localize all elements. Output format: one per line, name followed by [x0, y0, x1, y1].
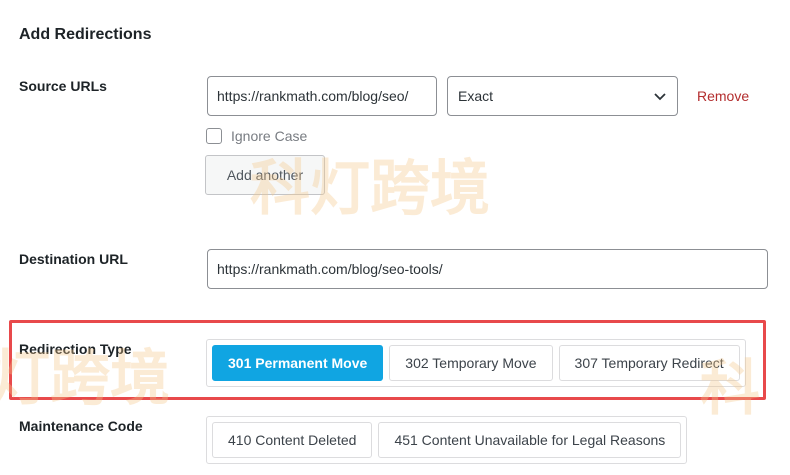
code-410-button[interactable]: 410 Content Deleted — [212, 422, 373, 458]
ignore-case-option[interactable]: Ignore Case — [206, 128, 307, 144]
chevron-down-icon — [654, 93, 666, 101]
type-302-button[interactable]: 302 Temporary Move — [389, 345, 553, 381]
remove-link[interactable]: Remove — [697, 88, 749, 104]
redirection-type-group: 301 Permanent Move 302 Temporary Move 30… — [206, 339, 746, 387]
destination-url-label: Destination URL — [19, 251, 128, 267]
ignore-case-label: Ignore Case — [231, 128, 308, 144]
type-307-button[interactable]: 307 Temporary Redirect — [558, 345, 740, 381]
maintenance-code-group: 410 Content Deleted 451 Content Unavaila… — [206, 416, 688, 464]
redirection-type-label: Redirection Type — [19, 341, 132, 357]
code-451-button[interactable]: 451 Content Unavailable for Legal Reason… — [378, 422, 682, 458]
match-type-select[interactable]: Exact — [447, 76, 678, 116]
ignore-case-checkbox[interactable] — [206, 128, 222, 144]
type-301-button[interactable]: 301 Permanent Move — [212, 345, 384, 381]
source-url-input[interactable] — [207, 76, 437, 116]
add-another-button[interactable]: Add another — [205, 155, 325, 195]
match-type-value: Exact — [458, 88, 494, 104]
maintenance-code-label: Maintenance Code — [19, 418, 143, 434]
destination-url-input[interactable] — [207, 249, 768, 289]
source-urls-label: Source URLs — [19, 78, 107, 94]
page-title: Add Redirections — [19, 26, 152, 43]
